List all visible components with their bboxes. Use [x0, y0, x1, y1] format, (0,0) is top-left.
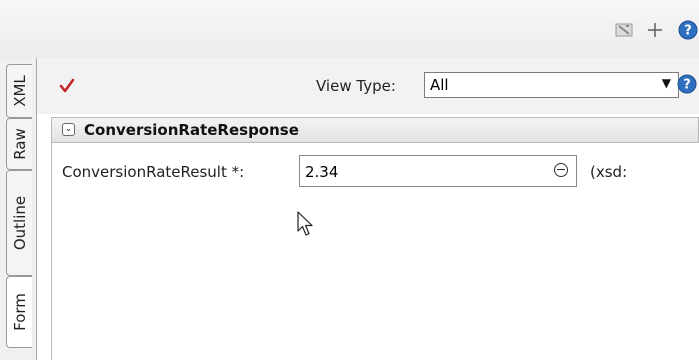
view-type-value: All	[430, 76, 449, 94]
chevron-down-icon: ▼	[661, 76, 671, 90]
view-type-label: View Type:	[316, 77, 396, 95]
view-type-bar: View Type: All ▼ ?	[37, 58, 699, 114]
app-window: ? XML Raw Outline Form View Type: All ▼ …	[0, 0, 699, 360]
tab-form-label: Form	[10, 293, 29, 331]
mouse-cursor-icon	[297, 211, 315, 241]
svg-text:?: ?	[683, 78, 691, 93]
conversion-rate-result-input[interactable]: 2.34	[299, 155, 577, 187]
tab-xml-label: XML	[10, 75, 29, 107]
set-null-icon[interactable]	[554, 163, 568, 177]
help-icon[interactable]: ?	[678, 20, 698, 44]
collapse-icon[interactable]: ⌄	[62, 123, 75, 136]
conversion-rate-result-label: ConversionRateResult *:	[62, 163, 245, 181]
svg-text:?: ?	[684, 24, 692, 39]
conversion-rate-result-value: 2.34	[305, 163, 339, 181]
tab-raw-label: Raw	[10, 128, 29, 160]
view-help-icon[interactable]: ?	[677, 74, 697, 98]
view-type-select[interactable]: All ▼	[424, 72, 679, 98]
section-title: ConversionRateResponse	[84, 121, 299, 139]
add-icon[interactable]	[647, 22, 663, 42]
field-type-hint: (xsd:	[590, 163, 628, 181]
response-section-body: ConversionRateResult *: 2.34 (xsd:	[51, 143, 699, 360]
checkmark-icon[interactable]	[59, 78, 75, 98]
view-mode-tabs: XML Raw Outline Form	[0, 58, 37, 360]
form-view: View Type: All ▼ ? ⌄ ConversionRateRespo…	[37, 58, 699, 360]
top-toolbar: ?	[0, 0, 699, 59]
tab-raw[interactable]: Raw	[6, 118, 32, 170]
tab-form[interactable]: Form	[6, 276, 32, 348]
clear-icon[interactable]	[615, 22, 633, 42]
tab-xml[interactable]: XML	[6, 64, 32, 118]
tab-outline[interactable]: Outline	[6, 170, 32, 276]
tab-outline-label: Outline	[10, 195, 29, 251]
response-section-header: ⌄ ConversionRateResponse	[51, 117, 699, 143]
